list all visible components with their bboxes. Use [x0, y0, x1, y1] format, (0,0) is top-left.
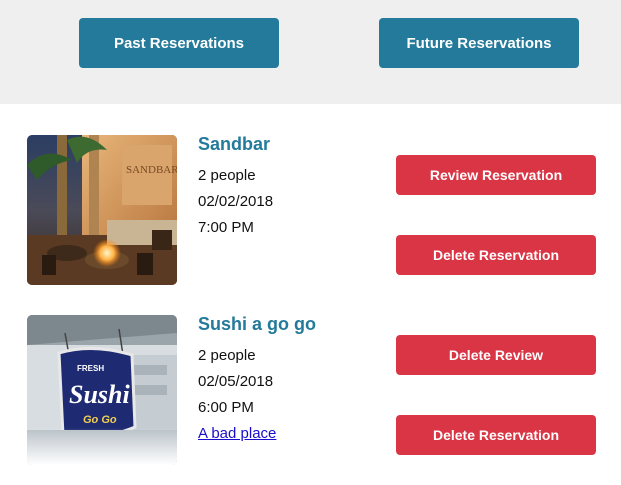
delete-reservation-button[interactable]: Delete Reservation — [396, 235, 596, 275]
review-reservation-button[interactable]: Review Reservation — [396, 155, 596, 195]
past-reservations-button[interactable]: Past Reservations — [79, 18, 279, 68]
party-size: 2 people — [198, 347, 256, 364]
restaurant-photo: FRESH Sushi Go Go — [27, 315, 177, 465]
reservations-toolbar: Past Reservations Future Reservations — [0, 0, 621, 104]
restaurant-photo: SANDBAR — [27, 135, 177, 285]
delete-reservation-button[interactable]: Delete Reservation — [396, 415, 596, 455]
review-link[interactable]: A bad place — [198, 425, 276, 443]
reservation-card: SANDBAR Sandbar 2 people 02/02/2018 7:00… — [0, 134, 621, 294]
restaurant-name[interactable]: Sushi a go go — [198, 314, 316, 334]
reservation-date: 02/05/2018 — [198, 373, 274, 390]
reservation-time: 6:00 PM — [198, 399, 254, 416]
sandbar-sign-text: SANDBAR — [126, 164, 177, 176]
reservation-date: 02/02/2018 — [198, 193, 274, 210]
delete-review-button[interactable]: Delete Review — [396, 335, 596, 375]
party-size: 2 people — [198, 167, 256, 184]
reservation-card: FRESH Sushi Go Go Sushi a go go 2 people… — [0, 314, 621, 474]
reservation-time: 7:00 PM — [198, 219, 254, 236]
future-reservations-button[interactable]: Future Reservations — [379, 18, 579, 68]
restaurant-name[interactable]: Sandbar — [198, 134, 270, 154]
